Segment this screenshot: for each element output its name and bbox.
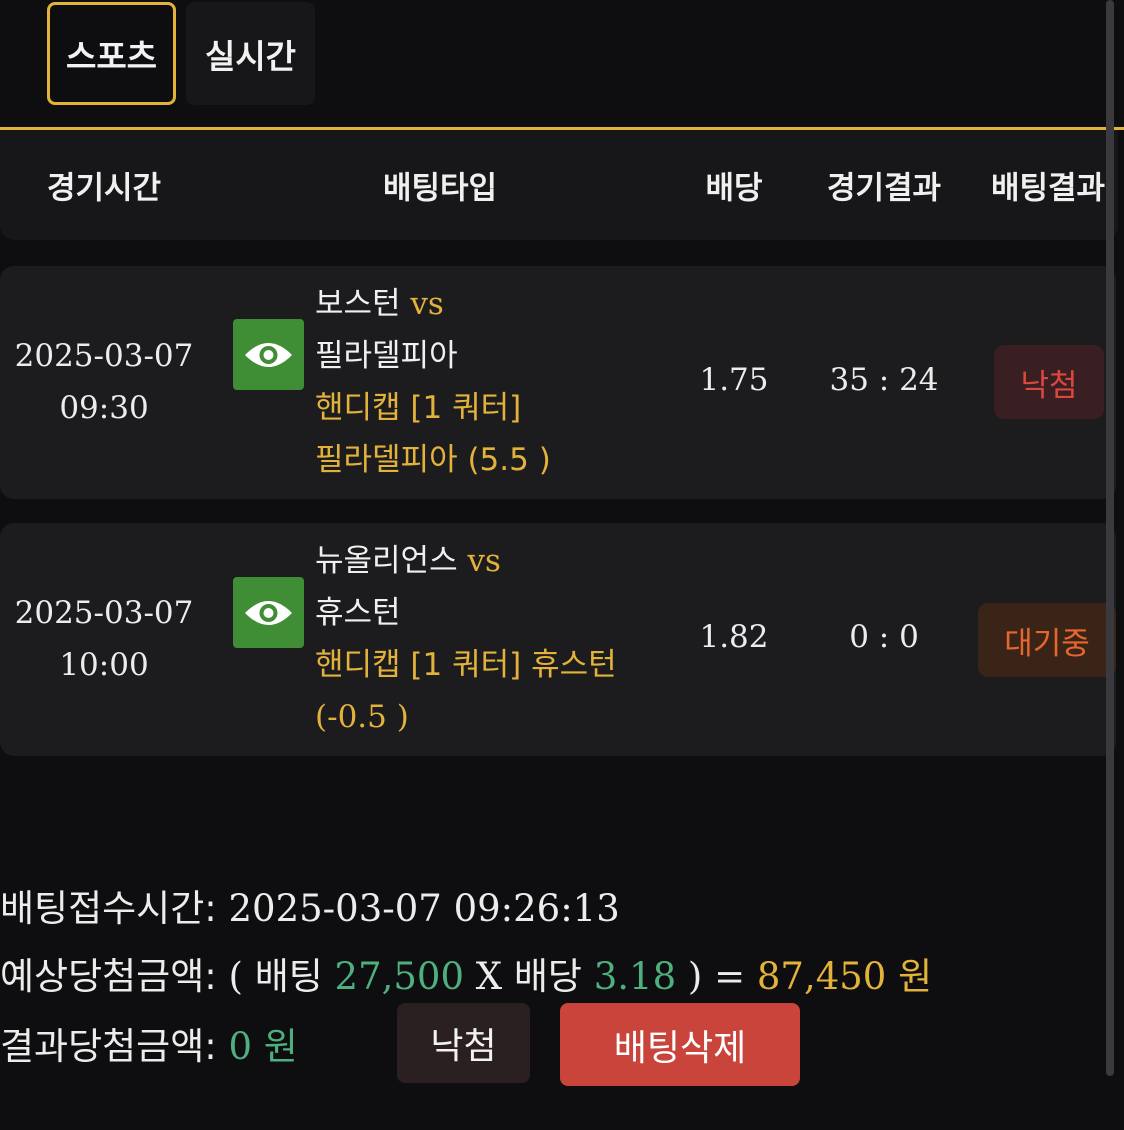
match-date: 2025-03-07: [14, 338, 194, 374]
tab-sports[interactable]: 스포츠: [47, 2, 176, 105]
match-datetime: 2025-03-07 10:00: [0, 587, 208, 691]
match-datetime: 2025-03-07 09:30: [0, 330, 208, 434]
match-time: 10:00: [59, 647, 149, 683]
bet-pick: 필라델피아 (5.5 ): [315, 442, 551, 478]
match-date: 2025-03-07: [14, 595, 194, 631]
open-paren: (: [228, 955, 243, 998]
bet-time-label: 배팅접수시간:: [0, 887, 217, 930]
delete-bet-button[interactable]: 배팅삭제: [560, 1003, 800, 1086]
table-row: 2025-03-07 10:00 뉴올리언스 vs 휴스턴 핸디캡 [1 쿼터]…: [0, 523, 1116, 756]
away-team: 휴스턴: [315, 595, 401, 631]
expected-amount: 87,450: [756, 955, 887, 998]
total-odds-label: 배당: [513, 955, 582, 998]
multiply-sign: X: [475, 955, 503, 998]
eye-icon[interactable]: [233, 319, 304, 390]
column-bet-type: 배팅타입: [382, 170, 498, 207]
bet-type-info: 보스턴 vs 필라델피아 핸디캡 [1 쿼터] 필라델피아 (5.5 ): [315, 278, 655, 486]
column-bet-result: 배팅결과: [990, 170, 1106, 207]
tab-live[interactable]: 실시간: [186, 2, 315, 105]
match-time: 09:30: [59, 390, 149, 426]
match-score: 0 : 0: [849, 619, 919, 655]
bet-market: 핸디캡 [1 쿼터]: [315, 390, 522, 426]
odds-value: 1.82: [699, 619, 769, 655]
expected-winnings: 예상당첨금액: ( 배팅 27,500 X 배당 3.18 ) = 87,450…: [0, 946, 932, 1000]
home-team: 뉴올리언스: [315, 543, 458, 579]
stake-amount: 27,500: [334, 955, 465, 998]
table-header: 경기시간 배팅타입 배당 경기결과 배팅결과: [0, 130, 1118, 240]
column-match-time: 경기시간: [46, 170, 162, 207]
vs-label: vs: [467, 543, 501, 579]
result-amount: 0: [228, 1025, 253, 1068]
column-match-result: 경기결과: [826, 170, 942, 207]
result-winnings: 결과당첨금액: 0 원: [0, 1016, 298, 1070]
bet-market: 핸디캡 [1 쿼터] 휴스턴: [315, 647, 617, 683]
bet-time-value: 2025-03-07 09:26:13: [228, 887, 620, 930]
stake-label: 배팅: [254, 955, 323, 998]
eye-icon[interactable]: [233, 577, 304, 648]
expected-label: 예상당첨금액:: [0, 955, 217, 998]
result-label: 결과당첨금액:: [0, 1025, 217, 1068]
bet-received-time: 배팅접수시간: 2025-03-07 09:26:13: [0, 878, 620, 932]
bet-history-screen: 스포츠 실시간 경기시간 배팅타입 배당 경기결과 배팅결과 2025-03-0…: [0, 0, 1124, 1130]
away-team: 필라델피아: [315, 338, 458, 374]
result-status-button[interactable]: 낙첨: [397, 1003, 530, 1083]
bet-pick: (-0.5 ): [315, 699, 409, 735]
home-team: 보스턴: [315, 286, 401, 322]
column-odds: 배당: [705, 170, 763, 207]
vs-label: vs: [410, 286, 444, 322]
total-odds-value: 3.18: [593, 955, 677, 998]
expected-currency: 원: [898, 955, 933, 998]
result-currency: 원: [263, 1025, 298, 1068]
status-badge: 대기중: [978, 603, 1116, 677]
scrollbar[interactable]: [1106, 0, 1114, 1076]
table-row: 2025-03-07 09:30 보스턴 vs 필라델피아 핸디캡 [1 쿼터]…: [0, 266, 1116, 499]
bet-type-info: 뉴올리언스 vs 휴스턴 핸디캡 [1 쿼터] 휴스턴 (-0.5 ): [315, 535, 655, 743]
close-equals: ) =: [687, 955, 746, 998]
status-badge: 낙첨: [994, 345, 1104, 419]
odds-value: 1.75: [699, 362, 769, 398]
match-score: 35 : 24: [829, 362, 939, 398]
